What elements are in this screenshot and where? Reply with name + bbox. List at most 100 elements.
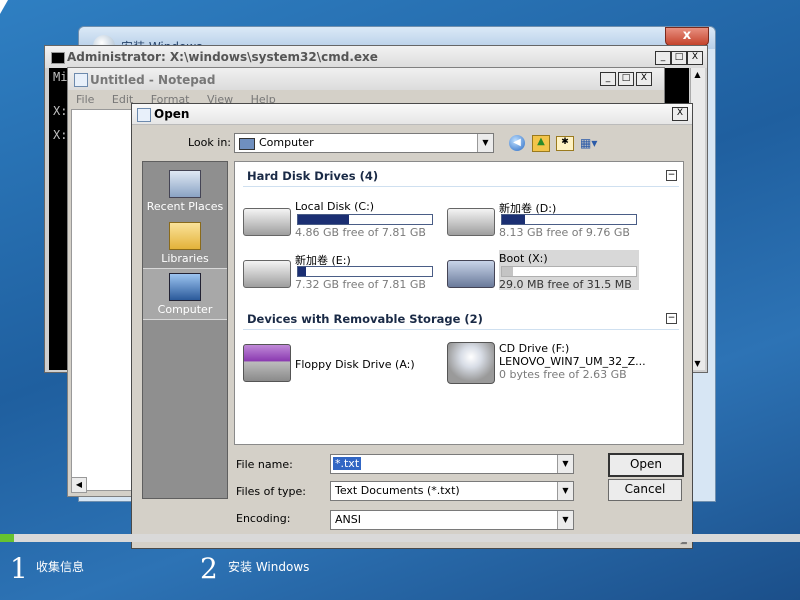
console-line: X:	[53, 128, 68, 142]
collapse-icon[interactable]: −	[666, 170, 677, 181]
file-list[interactable]: Hard Disk Drives (4) − Local Disk (C:) 4…	[234, 161, 684, 445]
drive-usage-fill	[502, 215, 525, 224]
notepad-maximize-button[interactable]: □	[618, 72, 634, 86]
step-label: 收集信息	[36, 560, 85, 574]
mouse-cursor-icon	[0, 0, 8, 14]
cmd-close-button[interactable]: X	[687, 51, 703, 65]
look-in-value: Computer	[259, 136, 314, 149]
drive-name: CD Drive (F:)	[499, 342, 570, 355]
recent-places-icon	[169, 170, 201, 198]
up-folder-icon[interactable]: ▲	[532, 135, 550, 152]
places-bar: Recent Places Libraries Computer	[142, 161, 228, 499]
drive-name: Local Disk (C:)	[295, 200, 375, 213]
place-libraries[interactable]: Libraries	[143, 218, 227, 265]
open-dialog: Open X Look in: Computer ▼ ◀ ▲ ✱ ▦▾ Rece…	[131, 103, 693, 549]
hard-drive-icon	[243, 208, 291, 236]
drive-free-space: 7.32 GB free of 7.81 GB	[295, 278, 426, 291]
file-type-value: Text Documents (*.txt)	[335, 484, 460, 497]
chevron-down-icon[interactable]: ▼	[557, 455, 573, 473]
open-button[interactable]: Open	[608, 453, 684, 477]
cmd-icon	[51, 52, 65, 64]
computer-icon	[169, 273, 201, 301]
floppy-drive-icon	[243, 344, 291, 382]
drive-usage-bar	[501, 266, 637, 277]
group-divider	[243, 186, 679, 187]
drive-usage-bar	[297, 266, 433, 277]
drive-item[interactable]: Boot (X:) 29.0 MB free of 31.5 MB	[447, 250, 645, 292]
file-name-label: File name:	[236, 458, 293, 471]
look-in-label: Look in:	[188, 136, 231, 149]
chevron-down-icon[interactable]: ▼	[477, 134, 493, 152]
computer-small-icon	[239, 138, 255, 150]
hard-drive-icon	[243, 260, 291, 288]
drive-name: Boot (X:)	[499, 252, 548, 265]
step-label: 安装 Windows	[228, 560, 310, 574]
console-line: X:	[53, 104, 68, 118]
console-line: Mi	[53, 70, 68, 84]
menu-file[interactable]: File	[76, 93, 94, 106]
drive-usage-fill	[298, 215, 349, 224]
drive-item[interactable]: Floppy Disk Drive (A:)	[243, 344, 441, 384]
setup-close-button[interactable]: x	[665, 27, 709, 46]
chevron-down-icon[interactable]: ▼	[557, 511, 573, 529]
back-icon[interactable]: ◀	[509, 135, 525, 151]
encoding-label: Encoding:	[236, 512, 291, 525]
drive-free-space: 8.13 GB free of 9.76 GB	[499, 226, 630, 239]
drive-usage-bar	[501, 214, 637, 225]
notepad-title: Untitled - Notepad	[90, 73, 216, 87]
scroll-down-icon[interactable]: ▼	[693, 359, 702, 368]
drive-free-space: 4.86 GB free of 7.81 GB	[295, 226, 426, 239]
cancel-button[interactable]: Cancel	[608, 479, 682, 501]
drive-item[interactable]: 新加卷 (D:) 8.13 GB free of 9.76 GB	[447, 200, 645, 240]
drive-usage-bar	[297, 214, 433, 225]
notepad-icon	[74, 73, 88, 87]
cd-drive-icon	[447, 342, 495, 384]
place-recent-places[interactable]: Recent Places	[143, 166, 227, 213]
cmd-title: Administrator: X:\windows\system32\cmd.e…	[67, 50, 378, 64]
place-label: Recent Places	[146, 200, 224, 213]
file-name-input[interactable]: *.txt ▼	[330, 454, 574, 474]
encoding-select[interactable]: ANSI ▼	[330, 510, 574, 530]
group-divider	[243, 329, 679, 330]
open-dialog-titlebar[interactable]	[132, 104, 692, 125]
group-header-removable[interactable]: Devices with Removable Storage (2)	[247, 312, 483, 326]
setup-progress-fill	[0, 534, 14, 542]
libraries-icon	[169, 222, 201, 250]
scroll-up-icon[interactable]: ▲	[693, 70, 702, 79]
scroll-left-icon[interactable]: ◀	[71, 477, 87, 493]
cmd-minimize-button[interactable]: _	[655, 51, 671, 65]
notepad-close-button[interactable]: X	[636, 72, 652, 86]
file-type-select[interactable]: Text Documents (*.txt) ▼	[330, 481, 574, 501]
group-header-hard-disks[interactable]: Hard Disk Drives (4)	[247, 169, 378, 183]
views-icon[interactable]: ▦▾	[580, 136, 602, 150]
file-name-value: *.txt	[333, 457, 362, 470]
chevron-down-icon[interactable]: ▼	[557, 482, 573, 500]
look-in-combo[interactable]: Computer ▼	[234, 133, 494, 153]
collapse-icon[interactable]: −	[666, 313, 677, 324]
cmd-maximize-button[interactable]: □	[671, 51, 687, 65]
drive-usage-fill	[502, 267, 513, 276]
step-number: 1	[10, 552, 28, 585]
notepad-minimize-button[interactable]: _	[600, 72, 616, 86]
setup-progress-bar	[0, 534, 800, 542]
file-type-label: Files of type:	[236, 485, 307, 498]
open-dialog-close-button[interactable]: X	[672, 107, 688, 121]
drive-volume-label: LENOVO_WIN7_UM_32_Z...	[499, 355, 646, 368]
drive-free-space: 29.0 MB free of 31.5 MB	[499, 278, 632, 291]
step-number: 2	[200, 552, 218, 585]
place-label: Libraries	[161, 252, 209, 265]
drive-free-space: 0 bytes free of 2.63 GB	[499, 368, 627, 381]
new-folder-icon[interactable]: ✱	[556, 136, 574, 151]
encoding-value: ANSI	[335, 513, 361, 526]
hard-drive-icon	[447, 208, 495, 236]
notepad-text-area[interactable]	[71, 109, 135, 491]
drive-item[interactable]: 新加卷 (E:) 7.32 GB free of 7.81 GB	[243, 252, 441, 292]
place-computer[interactable]: Computer	[143, 268, 227, 320]
drive-name: Floppy Disk Drive (A:)	[295, 358, 415, 371]
open-dialog-icon	[137, 108, 151, 122]
drive-item[interactable]: CD Drive (F:) LENOVO_WIN7_UM_32_Z... 0 b…	[447, 342, 646, 384]
drive-usage-fill	[298, 267, 307, 276]
open-dialog-title: Open	[154, 107, 190, 121]
drive-item[interactable]: Local Disk (C:) 4.86 GB free of 7.81 GB	[243, 200, 441, 240]
hard-drive-icon	[447, 260, 495, 288]
